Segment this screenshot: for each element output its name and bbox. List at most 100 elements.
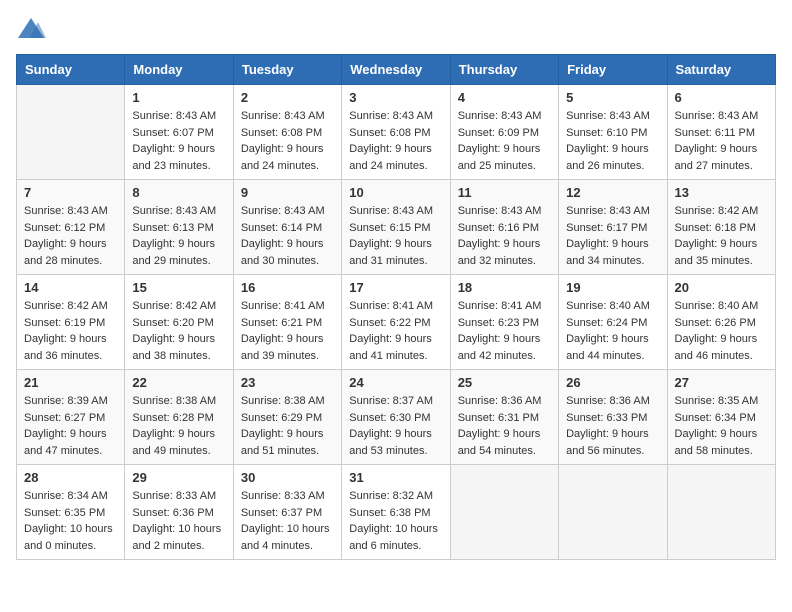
- day-info: Sunrise: 8:43 AMSunset: 6:07 PMDaylight:…: [132, 108, 225, 174]
- day-number: 20: [675, 280, 768, 295]
- day-number: 31: [349, 470, 442, 485]
- week-row-4: 21 Sunrise: 8:39 AMSunset: 6:27 PMDayligh…: [17, 370, 776, 465]
- day-info: Sunrise: 8:43 AMSunset: 6:13 PMDaylight:…: [132, 203, 225, 269]
- day-info: Sunrise: 8:36 AMSunset: 6:31 PMDaylight:…: [458, 393, 551, 459]
- day-info: Sunrise: 8:43 AMSunset: 6:08 PMDaylight:…: [241, 108, 334, 174]
- day-number: 12: [566, 185, 659, 200]
- day-number: 11: [458, 185, 551, 200]
- day-number: 14: [24, 280, 117, 295]
- day-cell: 24Sunrise: 8:37 AMSunset: 6:30 PMDayligh…: [342, 370, 450, 465]
- day-info: Sunrise: 8:35 AMSunset: 6:34 PMDaylight:…: [675, 393, 768, 459]
- day-cell: [17, 85, 125, 180]
- day-cell: 18Sunrise: 8:41 AMSunset: 6:23 PMDayligh…: [450, 275, 558, 370]
- day-cell: 7 Sunrise: 8:43 AMSunset: 6:12 PMDaylight…: [17, 180, 125, 275]
- day-cell: 12 Sunrise: 8:43 AMSunset: 6:17 PMDayligh…: [559, 180, 667, 275]
- day-cell: 20 Sunrise: 8:40 AMSunset: 6:26 PMDayligh…: [667, 275, 775, 370]
- day-cell: 27 Sunrise: 8:35 AMSunset: 6:34 PMDayligh…: [667, 370, 775, 465]
- day-number: 17: [349, 280, 442, 295]
- day-cell: 17 Sunrise: 8:41 AMSunset: 6:22 PMDayligh…: [342, 275, 450, 370]
- day-number: 6: [675, 90, 768, 105]
- day-number: 7: [24, 185, 117, 200]
- day-cell: 23Sunrise: 8:38 AMSunset: 6:29 PMDayligh…: [233, 370, 341, 465]
- day-info: Sunrise: 8:42 AMSunset: 6:20 PMDaylight:…: [132, 298, 225, 364]
- day-info: Sunrise: 8:36 AMSunset: 6:33 PMDaylight:…: [566, 393, 659, 459]
- day-cell: 11 Sunrise: 8:43 AMSunset: 6:16 PMDayligh…: [450, 180, 558, 275]
- calendar-table: SundayMondayTuesdayWednesdayThursdayFrid…: [16, 54, 776, 560]
- day-cell: 21 Sunrise: 8:39 AMSunset: 6:27 PMDayligh…: [17, 370, 125, 465]
- weekday-header-monday: Monday: [125, 55, 233, 85]
- day-cell: 14 Sunrise: 8:42 AMSunset: 6:19 PMDayligh…: [17, 275, 125, 370]
- day-cell: [667, 465, 775, 560]
- day-info: Sunrise: 8:43 AMSunset: 6:17 PMDaylight:…: [566, 203, 659, 269]
- week-row-3: 14 Sunrise: 8:42 AMSunset: 6:19 PMDayligh…: [17, 275, 776, 370]
- logo-icon: [16, 16, 46, 44]
- day-number: 16: [241, 280, 334, 295]
- weekday-header-row: SundayMondayTuesdayWednesdayThursdayFrid…: [17, 55, 776, 85]
- day-number: 5: [566, 90, 659, 105]
- day-cell: [450, 465, 558, 560]
- day-cell: 19 Sunrise: 8:40 AMSunset: 6:24 PMDayligh…: [559, 275, 667, 370]
- day-info: Sunrise: 8:41 AMSunset: 6:22 PMDaylight:…: [349, 298, 442, 364]
- week-row-5: 28 Sunrise: 8:34 AMSunset: 6:35 PMDayligh…: [17, 465, 776, 560]
- header: [16, 16, 776, 44]
- logo: [16, 16, 48, 44]
- day-number: 13: [675, 185, 768, 200]
- day-number: 2: [241, 90, 334, 105]
- day-number: 10: [349, 185, 442, 200]
- day-cell: 1Sunrise: 8:43 AMSunset: 6:07 PMDaylight…: [125, 85, 233, 180]
- day-info: Sunrise: 8:39 AMSunset: 6:27 PMDaylight:…: [24, 393, 117, 459]
- day-info: Sunrise: 8:37 AMSunset: 6:30 PMDaylight:…: [349, 393, 442, 459]
- day-info: Sunrise: 8:40 AMSunset: 6:26 PMDaylight:…: [675, 298, 768, 364]
- day-info: Sunrise: 8:43 AMSunset: 6:14 PMDaylight:…: [241, 203, 334, 269]
- day-info: Sunrise: 8:43 AMSunset: 6:10 PMDaylight:…: [566, 108, 659, 174]
- day-number: 3: [349, 90, 442, 105]
- day-info: Sunrise: 8:33 AMSunset: 6:36 PMDaylight:…: [132, 488, 225, 554]
- day-number: 9: [241, 185, 334, 200]
- day-cell: 22 Sunrise: 8:38 AMSunset: 6:28 PMDayligh…: [125, 370, 233, 465]
- day-cell: 30 Sunrise: 8:33 AMSunset: 6:37 PMDayligh…: [233, 465, 341, 560]
- day-number: 29: [132, 470, 225, 485]
- day-cell: 5 Sunrise: 8:43 AMSunset: 6:10 PMDaylight…: [559, 85, 667, 180]
- day-cell: 16 Sunrise: 8:41 AMSunset: 6:21 PMDayligh…: [233, 275, 341, 370]
- day-cell: 10Sunrise: 8:43 AMSunset: 6:15 PMDayligh…: [342, 180, 450, 275]
- week-row-1: 1Sunrise: 8:43 AMSunset: 6:07 PMDaylight…: [17, 85, 776, 180]
- day-cell: 29 Sunrise: 8:33 AMSunset: 6:36 PMDayligh…: [125, 465, 233, 560]
- weekday-header-sunday: Sunday: [17, 55, 125, 85]
- day-number: 21: [24, 375, 117, 390]
- day-number: 25: [458, 375, 551, 390]
- day-info: Sunrise: 8:33 AMSunset: 6:37 PMDaylight:…: [241, 488, 334, 554]
- day-cell: 26 Sunrise: 8:36 AMSunset: 6:33 PMDayligh…: [559, 370, 667, 465]
- day-number: 26: [566, 375, 659, 390]
- day-number: 30: [241, 470, 334, 485]
- day-number: 27: [675, 375, 768, 390]
- day-info: Sunrise: 8:41 AMSunset: 6:21 PMDaylight:…: [241, 298, 334, 364]
- day-number: 28: [24, 470, 117, 485]
- day-info: Sunrise: 8:40 AMSunset: 6:24 PMDaylight:…: [566, 298, 659, 364]
- day-cell: 15 Sunrise: 8:42 AMSunset: 6:20 PMDayligh…: [125, 275, 233, 370]
- weekday-header-wednesday: Wednesday: [342, 55, 450, 85]
- weekday-header-tuesday: Tuesday: [233, 55, 341, 85]
- day-cell: 31Sunrise: 8:32 AMSunset: 6:38 PMDayligh…: [342, 465, 450, 560]
- day-info: Sunrise: 8:43 AMSunset: 6:09 PMDaylight:…: [458, 108, 551, 174]
- day-cell: 4 Sunrise: 8:43 AMSunset: 6:09 PMDaylight…: [450, 85, 558, 180]
- day-cell: 8 Sunrise: 8:43 AMSunset: 6:13 PMDaylight…: [125, 180, 233, 275]
- day-info: Sunrise: 8:43 AMSunset: 6:16 PMDaylight:…: [458, 203, 551, 269]
- day-info: Sunrise: 8:43 AMSunset: 6:12 PMDaylight:…: [24, 203, 117, 269]
- day-number: 22: [132, 375, 225, 390]
- weekday-header-saturday: Saturday: [667, 55, 775, 85]
- weekday-header-friday: Friday: [559, 55, 667, 85]
- day-info: Sunrise: 8:42 AMSunset: 6:18 PMDaylight:…: [675, 203, 768, 269]
- day-info: Sunrise: 8:34 AMSunset: 6:35 PMDaylight:…: [24, 488, 117, 554]
- week-row-2: 7 Sunrise: 8:43 AMSunset: 6:12 PMDaylight…: [17, 180, 776, 275]
- day-number: 8: [132, 185, 225, 200]
- day-number: 23: [241, 375, 334, 390]
- day-info: Sunrise: 8:38 AMSunset: 6:28 PMDaylight:…: [132, 393, 225, 459]
- day-number: 4: [458, 90, 551, 105]
- day-info: Sunrise: 8:42 AMSunset: 6:19 PMDaylight:…: [24, 298, 117, 364]
- day-cell: 28 Sunrise: 8:34 AMSunset: 6:35 PMDayligh…: [17, 465, 125, 560]
- day-cell: 3Sunrise: 8:43 AMSunset: 6:08 PMDaylight…: [342, 85, 450, 180]
- day-number: 19: [566, 280, 659, 295]
- day-number: 15: [132, 280, 225, 295]
- day-info: Sunrise: 8:43 AMSunset: 6:11 PMDaylight:…: [675, 108, 768, 174]
- day-cell: 2 Sunrise: 8:43 AMSunset: 6:08 PMDaylight…: [233, 85, 341, 180]
